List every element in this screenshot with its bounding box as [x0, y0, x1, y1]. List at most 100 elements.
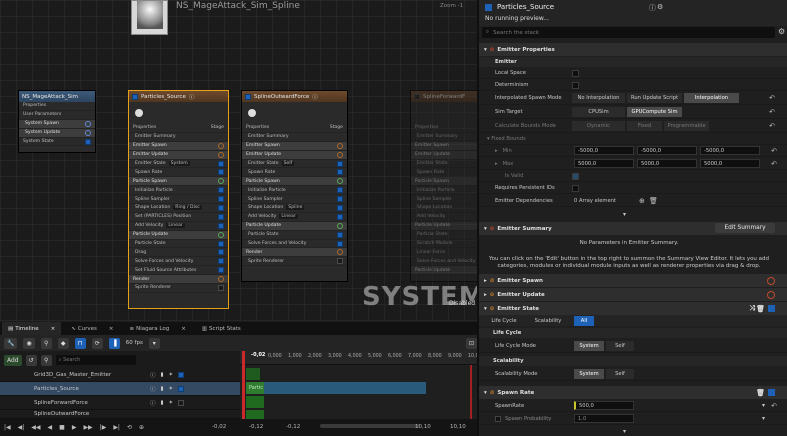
- prev-key-icon[interactable]: ◀|: [18, 424, 25, 431]
- min-z-field[interactable]: -5000,0: [700, 146, 760, 155]
- node-section-header[interactable]: Particle Update: [411, 221, 477, 231]
- add-icon[interactable]: [218, 142, 224, 149]
- shuffle-icon[interactable]: ⤨: [749, 304, 755, 313]
- info-icon[interactable]: ⓘ: [150, 385, 156, 393]
- node-row-properties[interactable]: Properties: [411, 124, 477, 133]
- enable-checkbox[interactable]: [768, 305, 775, 312]
- system-node[interactable]: NS_MageAttack_Sim Properties User Parame…: [18, 90, 96, 153]
- emitter-node-particles-source[interactable]: Particles_Source ⓘ Properties Stage Emitte…: [128, 90, 229, 309]
- filter-icon[interactable]: ⚲: [40, 354, 52, 366]
- add-icon[interactable]: [218, 178, 224, 185]
- min-y-field[interactable]: -5000,0: [637, 146, 697, 155]
- interp-interp-button[interactable]: Interpolation: [684, 93, 739, 103]
- enable-checkbox[interactable]: [178, 399, 185, 406]
- node-module-row[interactable]: Add Velocity Linear: [129, 222, 228, 231]
- node-module-row[interactable]: Spawn Rate: [411, 168, 477, 178]
- next-key-icon[interactable]: |▶: [100, 424, 107, 431]
- enable-checkbox[interactable]: [85, 138, 91, 145]
- reset-icon[interactable]: ↶: [771, 147, 777, 155]
- max-z-field[interactable]: 5000,0: [700, 159, 760, 168]
- bounds-fixed-button[interactable]: Fixed: [627, 121, 662, 131]
- add-module-icon[interactable]: [767, 276, 775, 285]
- add-icon[interactable]: [85, 120, 91, 127]
- emitter-state-header[interactable]: ▾ ⊘ Emitter State ⤨ 🗑: [479, 302, 787, 315]
- node-section-header[interactable]: Particle Update: [411, 266, 477, 276]
- enable-checkbox[interactable]: [218, 284, 224, 291]
- playrange-icon[interactable]: ▐: [108, 337, 120, 349]
- enable-checkbox[interactable]: [337, 196, 343, 203]
- enable-checkbox[interactable]: [218, 169, 224, 176]
- system-row-update[interactable]: System Update: [19, 128, 95, 138]
- node-module-row[interactable]: Sprite Renderer: [242, 257, 347, 267]
- node-section-header[interactable]: Particle Update: [129, 230, 228, 240]
- step-back-icon[interactable]: ◀◀: [31, 424, 40, 431]
- node-section-header[interactable]: Emitter Spawn: [242, 141, 347, 151]
- emitter-node-header[interactable]: SplineForwardF: [411, 91, 477, 102]
- max-y-field[interactable]: 5000,0: [637, 159, 697, 168]
- node-module-row[interactable]: Solve Forces and Velocity: [129, 257, 228, 267]
- interp-no-button[interactable]: No Interpolation: [572, 93, 625, 103]
- node-module-row[interactable]: Linear Force: [411, 248, 477, 258]
- node-module-row[interactable]: Add Velocity Linear: [242, 213, 347, 222]
- node-module-row[interactable]: Emitter State: [411, 160, 477, 169]
- trash-icon[interactable]: 🗑: [649, 197, 658, 205]
- edit-summary-button[interactable]: Edit Summary: [715, 223, 775, 233]
- enable-checkbox[interactable]: [337, 204, 343, 211]
- dropdown-icon[interactable]: ▾: [762, 415, 765, 422]
- loop-icon[interactable]: ⟳: [91, 337, 103, 349]
- stage-button[interactable]: Stage: [330, 125, 343, 130]
- reverse-icon[interactable]: ◀: [48, 424, 53, 431]
- key-icon[interactable]: ◆: [57, 337, 69, 349]
- emitter-bar[interactable]: [246, 368, 260, 380]
- node-module-row[interactable]: Sprite Renderer: [129, 284, 228, 293]
- add-icon[interactable]: [218, 231, 224, 238]
- record-icon[interactable]: ⊕: [139, 424, 144, 431]
- end-time-field[interactable]: 10,10: [450, 421, 466, 432]
- node-section-header[interactable]: Particle Spawn: [242, 177, 347, 187]
- system-row-spawn[interactable]: System Spawn: [19, 119, 95, 129]
- system-row-user-params[interactable]: User Parameters: [19, 111, 95, 120]
- node-section-header[interactable]: Emitter Spawn: [411, 141, 477, 151]
- trash-icon[interactable]: 🗑: [756, 389, 765, 397]
- enable-checkbox[interactable]: [178, 385, 185, 392]
- node-module-row[interactable]: Set (PARTICLES) Position: [129, 213, 228, 222]
- overflow-icon[interactable]: ▾: [148, 337, 160, 349]
- last-frame-icon[interactable]: ▶|: [113, 424, 120, 431]
- node-module-row[interactable]: Drag: [129, 248, 228, 258]
- system-row-properties[interactable]: Properties: [19, 102, 95, 111]
- spawn-probability-field[interactable]: 1,0: [574, 414, 634, 423]
- determinism-checkbox[interactable]: [572, 81, 579, 89]
- node-section-header[interactable]: Particle Spawn: [129, 177, 228, 187]
- node-module-row[interactable]: Shape Location Ring / Disc: [129, 204, 228, 213]
- node-module-row[interactable]: Solve Forces and Velocity: [242, 240, 347, 249]
- node-section-header[interactable]: Emitter Update: [129, 150, 228, 160]
- emitter-node-spline-forward[interactable]: SplineForwardF Properties Emitter Summary…: [410, 90, 477, 282]
- enable-checkbox[interactable]: [218, 187, 224, 194]
- bounds-programmable-button[interactable]: Programmable: [664, 121, 709, 131]
- expand-chevron-icon[interactable]: ▾: [623, 428, 626, 435]
- wrench-icon[interactable]: 🔧: [4, 337, 18, 349]
- node-section-header[interactable]: Particle Update: [242, 221, 347, 231]
- node-module-row[interactable]: Spline Sampler: [242, 195, 347, 205]
- reset-icon[interactable]: ↶: [769, 94, 775, 102]
- emitter-spawn-header[interactable]: ▸ ⊘ Emitter Spawn: [479, 274, 787, 287]
- enable-checkbox[interactable]: [218, 240, 224, 247]
- add-track-button[interactable]: Add: [4, 354, 22, 366]
- tab-curves[interactable]: ∿ Curves ×: [65, 322, 119, 335]
- spawn-probability-checkbox[interactable]: [495, 415, 501, 422]
- first-frame-icon[interactable]: |◀: [4, 424, 11, 431]
- track-row[interactable]: Grid3D_Gas_Master_Emitter ⓘ ▮ ✶: [0, 368, 240, 382]
- enable-checkbox[interactable]: [218, 258, 224, 265]
- node-module-row[interactable]: Spawn Rate: [129, 168, 228, 178]
- enable-checkbox[interactable]: [178, 371, 185, 378]
- eye-icon[interactable]: ◉: [23, 337, 35, 349]
- enable-checkbox[interactable]: [337, 213, 343, 220]
- node-module-row[interactable]: Emitter Summary: [411, 133, 477, 142]
- reset-icon[interactable]: ↶: [769, 122, 775, 130]
- interp-runupdate-button[interactable]: Run Update Script: [627, 93, 682, 103]
- filter-lifecycle[interactable]: Life Cycle: [489, 316, 519, 326]
- enable-checkbox[interactable]: [218, 213, 224, 220]
- fps-label[interactable]: 60 fps: [126, 340, 143, 346]
- system-row-state[interactable]: System State: [19, 138, 95, 147]
- snap-icon[interactable]: ⊓: [74, 337, 86, 349]
